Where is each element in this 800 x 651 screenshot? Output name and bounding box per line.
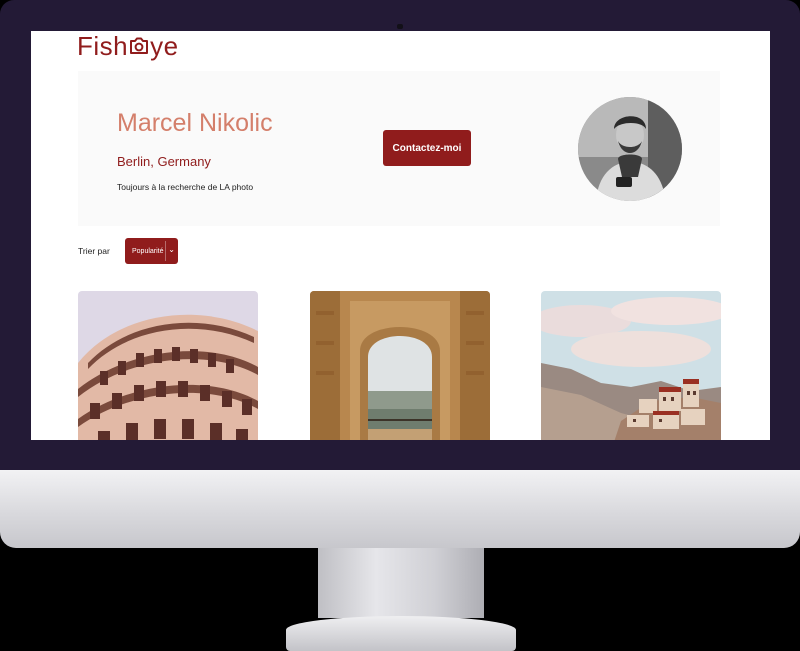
- gallery-card-mountain-monastery[interactable]: [541, 291, 721, 440]
- mountain-monastery-photo: [541, 291, 721, 440]
- sort-label: Trier par: [78, 246, 110, 256]
- logo-text-start: Fish: [77, 31, 129, 61]
- photographer-location: Berlin, Germany: [117, 154, 211, 169]
- leaning-tower-photo: [78, 291, 258, 440]
- moorish-arch-window-photo: [310, 291, 490, 440]
- dropdown-divider: [165, 241, 166, 261]
- webcam-dot: [397, 24, 403, 29]
- portrait-photo: [578, 97, 682, 201]
- gallery-card-leaning-tower[interactable]: [78, 291, 258, 440]
- sort-selected-value: Popularité: [132, 247, 164, 255]
- sort-dropdown[interactable]: Popularité ⌄: [125, 238, 178, 264]
- avatar: [578, 97, 682, 201]
- monitor-stand-base: [286, 616, 516, 651]
- photographer-tagline: Toujours à la recherche de LA photo: [117, 182, 254, 192]
- chevron-down-icon: ⌄: [168, 245, 175, 254]
- monitor-stand: [318, 548, 484, 618]
- fisheye-logo[interactable]: Fish ye: [77, 31, 179, 61]
- photographer-name: Marcel Nikolic: [117, 109, 273, 137]
- camera-icon: [130, 37, 149, 54]
- photographer-header: Marcel Nikolic Berlin, Germany Toujours …: [78, 71, 720, 226]
- browser-viewport: Fish ye Marcel Nikolic Berlin, Germany T…: [31, 31, 770, 440]
- contact-button[interactable]: Contactez-moi: [383, 130, 471, 166]
- logo-text-end: ye: [150, 31, 179, 61]
- monitor-chin: [0, 470, 800, 548]
- gallery-card-arch-window[interactable]: [310, 291, 490, 440]
